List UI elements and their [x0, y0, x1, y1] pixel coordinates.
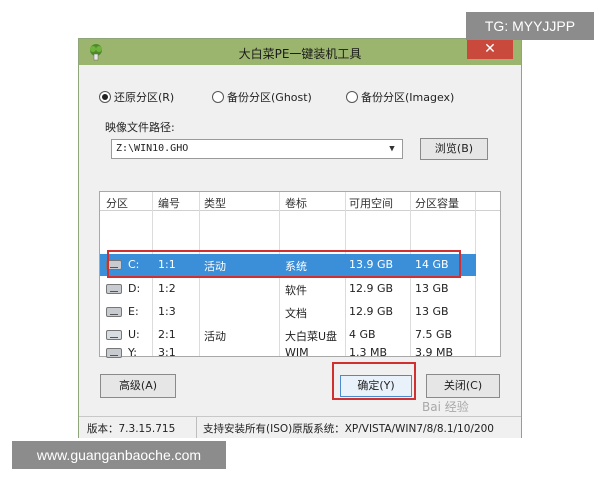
installer-window: 大白菜PE一键装机工具 ✕ 还原分区(R) 备份分区(Ghost) 备份分区(I… — [78, 38, 522, 438]
close-button[interactable]: 关闭(C) — [426, 374, 500, 398]
cell-free: 1.3 MB — [349, 346, 388, 359]
image-path-label: 映像文件路径: — [105, 121, 175, 134]
col-header-partition[interactable]: 分区 — [106, 195, 128, 211]
status-divider — [196, 417, 197, 438]
table-row[interactable]: E: 1:3 文档 12.9 GB 13 GB — [100, 301, 476, 323]
window-close-button[interactable]: ✕ — [467, 39, 513, 59]
chevron-down-icon[interactable]: ▼ — [385, 140, 399, 158]
radio-restore[interactable]: 还原分区(R) — [99, 89, 174, 105]
cell-label: 软件 — [285, 284, 307, 297]
browse-button[interactable]: 浏览(B) — [420, 138, 488, 160]
window-title: 大白菜PE一键装机工具 — [238, 47, 362, 61]
cell-size: 13 GB — [415, 282, 449, 295]
hard-drive-icon — [106, 284, 122, 294]
cell-drive: Y: — [128, 346, 137, 359]
usb-drive-icon — [106, 330, 122, 340]
site-overlay-tag: www.guanganbaoche.com — [12, 441, 226, 469]
cell-label: WIM — [285, 346, 309, 359]
radio-unchecked-icon — [346, 91, 358, 103]
tg-overlay-tag: TG: MYYJJPP — [466, 12, 594, 40]
table-row[interactable]: Y: 3:1 WIM 1.3 MB 3.9 MB — [100, 346, 476, 359]
cell-number: 3:1 — [158, 346, 176, 359]
cell-drive: D: — [128, 282, 141, 295]
radio-checked-icon — [99, 91, 111, 103]
image-path-value: Z:\WIN10.GHO — [116, 143, 189, 154]
col-header-label[interactable]: 卷标 — [285, 195, 307, 211]
table-row[interactable]: U: 2:1 活动 大白菜U盘 4 GB 7.5 GB — [100, 324, 476, 346]
radio-backup-ghost[interactable]: 备份分区(Ghost) — [212, 89, 312, 105]
radio-restore-label: 还原分区(R) — [114, 91, 175, 104]
image-path-combobox[interactable]: Z:\WIN10.GHO ▼ — [111, 139, 403, 159]
radio-backup-ghost-label: 备份分区(Ghost) — [227, 91, 312, 104]
hard-drive-icon — [106, 348, 122, 358]
cell-free: 12.9 GB — [349, 282, 394, 295]
baidu-watermark: Bai 经验 — [422, 400, 469, 414]
cell-free: 12.9 GB — [349, 305, 394, 318]
col-header-number[interactable]: 编号 — [158, 195, 180, 211]
cell-size: 13 GB — [415, 305, 449, 318]
version-text: 版本：7.3.15.715 — [87, 423, 176, 435]
col-header-capacity[interactable]: 分区容量 — [415, 195, 459, 211]
radio-backup-imagex-label: 备份分区(Imagex) — [361, 91, 455, 104]
col-header-free-space[interactable]: 可用空间 — [349, 195, 393, 211]
cell-type: 活动 — [204, 330, 226, 343]
radio-unchecked-icon — [212, 91, 224, 103]
support-text: 支持安装所有(ISO)原版系统：XP/VISTA/WIN7/8/8.1/10/2… — [203, 423, 494, 435]
cell-size: 3.9 MB — [415, 346, 454, 359]
advanced-button[interactable]: 高级(A) — [100, 374, 176, 398]
radio-backup-imagex[interactable]: 备份分区(Imagex) — [346, 89, 454, 105]
cell-number: 1:2 — [158, 282, 176, 295]
cell-label: 大白菜U盘 — [285, 330, 338, 343]
title-bar[interactable]: 大白菜PE一键装机工具 ✕ — [79, 39, 521, 65]
cell-drive: U: — [128, 328, 140, 341]
table-row[interactable]: D: 1:2 软件 12.9 GB 13 GB — [100, 278, 476, 300]
cell-free: 4 GB — [349, 328, 376, 341]
col-header-type[interactable]: 类型 — [204, 195, 226, 211]
cell-number: 2:1 — [158, 328, 176, 341]
highlight-box-c-row — [107, 250, 461, 278]
status-bar: 版本：7.3.15.715 支持安装所有(ISO)原版系统：XP/VISTA/W… — [79, 416, 521, 438]
cell-size: 7.5 GB — [415, 328, 453, 341]
ok-button[interactable]: 确定(Y) — [340, 375, 412, 397]
table-header: 分区 编号 类型 卷标 可用空间 分区容量 — [100, 192, 500, 211]
cell-number: 1:3 — [158, 305, 176, 318]
cell-drive: E: — [128, 305, 139, 318]
cell-label: 文档 — [285, 307, 307, 320]
hard-drive-icon — [106, 307, 122, 317]
